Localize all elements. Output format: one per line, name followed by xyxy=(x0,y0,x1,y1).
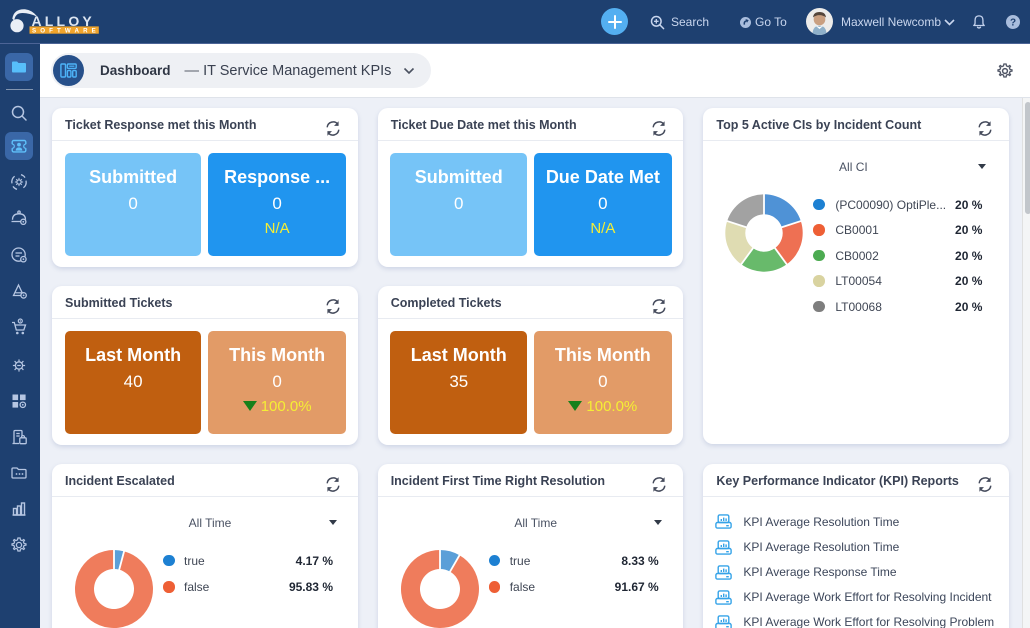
svg-text:SOFTWARE: SOFTWARE xyxy=(32,28,100,35)
svg-text:?: ? xyxy=(1010,18,1016,29)
